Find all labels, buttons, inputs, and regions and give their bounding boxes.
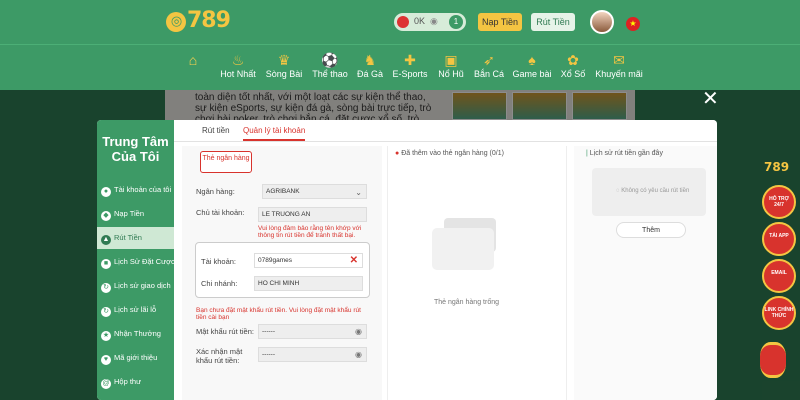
modal-main: Rút tiền Quản lý tài khoản Thẻ ngân hàng… [174, 120, 717, 400]
user-icon: ● [101, 187, 111, 197]
bank-list-panel [387, 146, 567, 400]
sidebar-item-bet-history[interactable]: ■ Lịch Sử Đặt Cược [97, 251, 174, 273]
coin-icon [397, 16, 409, 28]
vietnam-flag-icon[interactable]: ★ [626, 17, 640, 31]
withdraw-button[interactable]: Rút Tiền [531, 13, 575, 31]
sidebar-item-deposit[interactable]: ◆ Nạp Tiền [97, 203, 174, 225]
nav-lottery[interactable]: ✿ Xổ Số [548, 51, 598, 79]
owner-label: Chủ tài khoản: [196, 208, 245, 217]
gift-icon: ✉ [613, 52, 625, 68]
withdraw-password-field[interactable]: ------ ◉ [258, 324, 367, 339]
eye-icon[interactable]: ◉ [430, 16, 438, 27]
referral-icon: ♥ [101, 355, 111, 365]
nav-casino[interactable]: ♛ Sòng Bài [259, 51, 309, 79]
confirm-password-value: ------ [262, 351, 275, 358]
transaction-icon: ↻ [101, 283, 111, 293]
home-icon: ⌂ [188, 52, 198, 68]
main-nav: ⌂ ♨ Hot Nhất ♛ Sòng Bài ⚽ Thể thao ♞ Đá Gà ✚… [0, 44, 800, 90]
account-number-label: Tài khoản: [201, 257, 237, 266]
lantern-decoration [760, 342, 786, 378]
deposit-icon: ◆ [101, 211, 111, 221]
tab-account-management[interactable]: Quản lý tài khoản [243, 126, 306, 141]
clear-icon[interactable]: ✕ [350, 254, 358, 267]
sidebar-item-profit-loss[interactable]: ↻ Lịch sử lãi lỗ [97, 299, 174, 321]
history-empty-text: ◌ Không có yêu cầu rút tiền [616, 188, 690, 194]
confirm-password-field[interactable]: ------ ◉ [258, 347, 367, 362]
profit-icon: ↻ [101, 307, 111, 317]
official-link-promo[interactable]: LINK CHÍNH THỨC [762, 296, 796, 330]
avatar[interactable] [590, 10, 614, 34]
support-promo[interactable]: HỖ TRỢ 24/7 [762, 185, 796, 219]
confirm-password-label: Xác nhận mật khẩu rút tiền: [196, 347, 243, 365]
eye-off-icon[interactable]: ◉ [355, 325, 362, 338]
bank-label: Ngân hàng: [196, 187, 235, 196]
owner-name-field[interactable]: LE TRUONG AN [258, 207, 367, 222]
site-logo[interactable]: ◎ 789 [166, 8, 231, 33]
promo-logo[interactable]: 789 [764, 160, 800, 182]
sidebar-item-mailbox[interactable]: @ Hộp thư [97, 371, 174, 393]
balance-value: 0K [414, 16, 426, 26]
add-button[interactable]: Thêm [616, 222, 686, 238]
chevron-down-icon: ⌄ [355, 188, 362, 197]
history-icon: ■ [101, 259, 111, 269]
nav-home[interactable]: ⌂ [168, 51, 218, 69]
tab-withdraw[interactable]: Rút tiền [202, 126, 230, 135]
password-warning: Bạn chưa đặt mật khẩu rút tiền. Vui lòng… [196, 307, 361, 321]
top-header: ◎ 789 0K ◉ 1 Nạp Tiền Rút Tiền ★ [0, 0, 800, 44]
reward-icon: ★ [101, 331, 111, 341]
sidebar-item-transaction-history[interactable]: ↻ Lịch sử giao dịch [97, 275, 174, 297]
owner-warning: Vui lòng đảm bảo rằng tên khớp với thông… [258, 225, 362, 239]
sidebar-item-rewards[interactable]: ★ Nhận Thưởng [97, 323, 174, 345]
sidebar-item-referral[interactable]: ♥ Mã giới thiệu [97, 347, 174, 369]
account-center-modal: Trung Tâm Của Tôi ● Tài khoản của tôi ◆ Nạ… [97, 120, 717, 400]
sidebar-title: Trung Tâm Của Tôi [102, 134, 169, 164]
bank-select[interactable]: AGRIBANK ⌄ [262, 184, 367, 199]
sidebar-item-withdraw[interactable]: ▲ Rút Tiền [97, 227, 174, 249]
balance-count: 1 [449, 15, 463, 29]
bank-list-title: ● Đã thêm vào thẻ ngân hàng (0/1) [395, 150, 504, 157]
bank-card-illustration [432, 228, 494, 270]
deposit-button[interactable]: Nạp Tiền [478, 13, 522, 31]
modal-sidebar: Trung Tâm Của Tôi ● Tài khoản của tôi ◆ Nạ… [97, 120, 174, 400]
mail-icon: @ [101, 379, 111, 389]
bank-select-value: AGRIBANK [266, 188, 300, 195]
download-app-promo[interactable]: TẢI APP [762, 222, 796, 256]
withdraw-icon: ▲ [101, 235, 111, 245]
withdraw-password-label: Mật khẩu rút tiền: [196, 327, 254, 336]
casino-icon: ♛ [277, 52, 291, 68]
fire-icon: ♨ [231, 52, 245, 68]
account-number-field[interactable]: 0789games ✕ [254, 253, 363, 268]
bank-list-empty-text: Thẻ ngân hàng trống [434, 299, 499, 306]
balance-widget[interactable]: 0K ◉ 1 [394, 13, 466, 31]
withdraw-password-value: ------ [262, 328, 275, 335]
bank-card-button[interactable]: Thẻ ngân hàng [200, 151, 252, 173]
close-icon[interactable]: ✕ [702, 86, 719, 110]
history-title: | Lịch sử rút tiền gần đây [586, 150, 663, 157]
account-number-value: 0789games [258, 257, 292, 264]
email-promo[interactable]: EMAIL [762, 259, 796, 293]
branch-field[interactable]: HO CHI MINH [254, 276, 363, 291]
branch-label: Chi nhánh: [201, 279, 238, 288]
lottery-icon: ✿ [567, 52, 579, 68]
tab-bar: Rút tiền Quản lý tài khoản [174, 120, 717, 142]
eye-off-icon[interactable]: ◉ [355, 348, 362, 361]
nav-promotions[interactable]: ✉ Khuyến mãi [594, 51, 644, 79]
sidebar-item-my-account[interactable]: ● Tài khoản của tôi [97, 179, 174, 201]
nav-hot[interactable]: ♨ Hot Nhất [213, 51, 263, 79]
